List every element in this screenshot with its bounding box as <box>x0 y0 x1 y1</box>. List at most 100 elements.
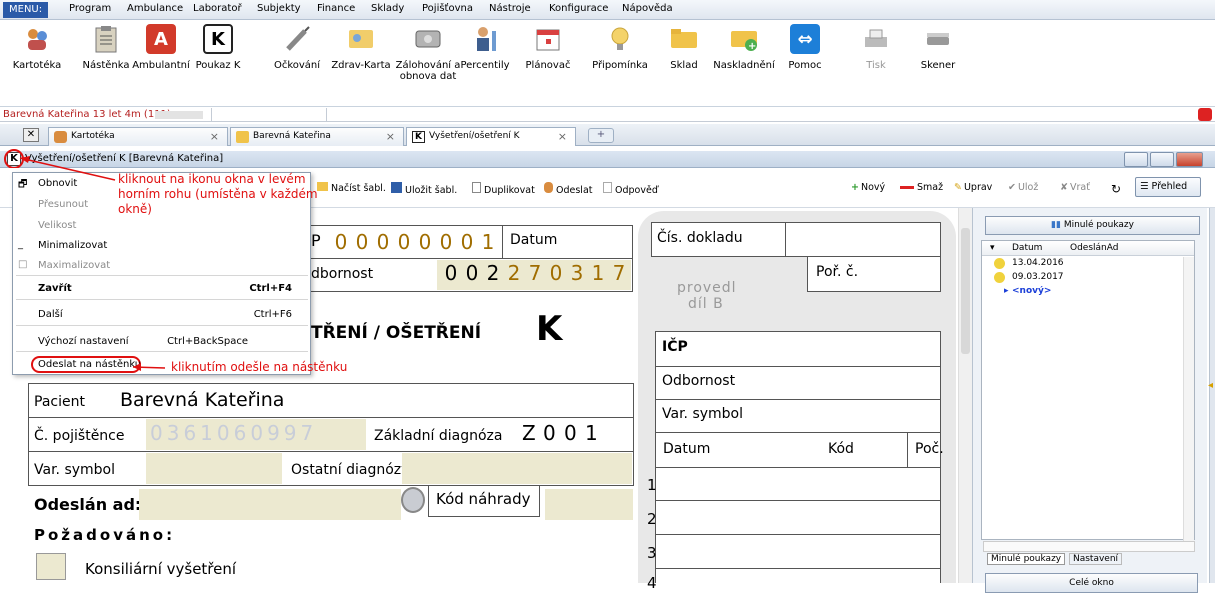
menu-program[interactable]: Program <box>69 3 111 14</box>
list-item-new[interactable]: ▸ <nový> <box>982 285 1182 298</box>
toolbar-naskladneni[interactable]: + Naskladnění <box>709 24 779 71</box>
toolbar-tisk[interactable]: Tisk <box>841 24 911 71</box>
table-header-datum: Datum <box>663 441 711 457</box>
tab-nastaveni[interactable]: Nastavení <box>1069 553 1123 565</box>
search-icon[interactable] <box>401 487 425 513</box>
toolbar-kartoteka[interactable]: Kartotéka <box>2 24 72 71</box>
tab-minule-poukazy[interactable]: Minulé poukazy <box>987 553 1066 565</box>
send-button[interactable]: Odeslat <box>544 182 593 196</box>
cele-okno-button[interactable]: Celé okno <box>985 573 1198 593</box>
chart-person-icon <box>470 24 500 54</box>
toolbar-pomoc[interactable]: ⇔ Pomoc <box>770 24 840 71</box>
people-icon <box>22 24 52 54</box>
calendar-icon <box>533 24 563 54</box>
annotation-arrowhead-1 <box>20 156 30 163</box>
list-header: ▾ Datum OdeslánAd <box>982 241 1194 256</box>
minus-icon <box>900 186 914 189</box>
toolbar-ockovani[interactable]: Očkování <box>262 24 332 71</box>
kod-nahrady-label: Kód náhrady <box>436 490 531 508</box>
duplicate-button[interactable]: Duplikovat <box>472 182 535 196</box>
col-odeslanad[interactable]: OdeslánAd <box>1070 243 1118 253</box>
pacient-row <box>28 383 634 418</box>
folder-add-icon: + <box>729 24 759 54</box>
annotation-text-2: kliknutím odešle na nástěnku <box>171 360 348 374</box>
provedl-line2: díl B <box>688 296 724 312</box>
teamviewer-icon: ⇔ <box>790 24 820 54</box>
toolbar-skener[interactable]: Skener <box>903 24 973 71</box>
toolbar-poukaz-k[interactable]: K Poukaz K <box>183 24 253 71</box>
cis-dokladu-label: Čís. dokladu <box>657 230 743 246</box>
menu-finance[interactable]: Finance <box>317 3 355 14</box>
toolbar-percentily[interactable]: Percentily <box>450 24 520 71</box>
var-symbol2-label: Var. symbol <box>662 406 743 422</box>
pencil-icon: ✎ <box>954 182 962 193</box>
konsiliarni-label: Konsiliární vyšetření <box>85 560 237 578</box>
undo-button[interactable]: ✘ Vrať <box>1060 182 1090 193</box>
kod-nahrady-value-box[interactable] <box>545 489 633 520</box>
person-icon <box>544 182 553 193</box>
close-icon[interactable]: × <box>558 128 567 145</box>
menu-napoveda[interactable]: Nápověda <box>622 3 673 14</box>
close-all-icon[interactable]: ✕ <box>23 128 39 142</box>
save-template-button[interactable]: Uložit šabl. <box>391 182 457 196</box>
menu-nastroje[interactable]: Nástroje <box>489 3 531 14</box>
form-heading-letter: K <box>536 309 563 349</box>
overview-button[interactable]: ☰ Přehled <box>1135 177 1201 197</box>
lightbulb-icon <box>605 24 635 54</box>
menu-pojistovna[interactable]: Pojišťovna <box>422 3 473 14</box>
list-item[interactable]: 13.04.2016 <box>982 257 1182 270</box>
menu-laborator[interactable]: Laboratoř <box>193 3 242 14</box>
close-button[interactable] <box>1176 152 1203 167</box>
close-icon[interactable]: × <box>386 128 395 145</box>
menu-ambulance[interactable]: Ambulance <box>127 3 183 14</box>
restore-button[interactable] <box>1150 152 1174 167</box>
tab-vysetreni-k[interactable]: K Vyšetření/ošetření K × <box>406 127 576 146</box>
menu-subjekty[interactable]: Subjekty <box>257 3 301 14</box>
toolbar-planovac[interactable]: Plánovač <box>513 24 583 71</box>
odbornost-label: dbornost <box>311 266 374 282</box>
minimize-button[interactable] <box>1124 152 1148 167</box>
right-panel: ▮▮ Minulé poukazy ▾ Datum OdeslánAd 13.0… <box>972 208 1207 593</box>
clipboard-icon <box>91 24 121 54</box>
col-datum[interactable]: Datum <box>1012 243 1042 253</box>
close-icon[interactable]: × <box>210 128 219 145</box>
scroll-thumb[interactable] <box>961 228 970 354</box>
pacient-value[interactable]: Barevná Kateřina <box>120 389 284 411</box>
new-tab-icon[interactable]: + <box>588 128 614 143</box>
load-template-button[interactable]: Načíst šabl. <box>317 182 386 194</box>
row-number: 2 <box>647 510 657 528</box>
save-button[interactable]: ✔ Ulož <box>1008 182 1038 193</box>
collapse-handle[interactable] <box>1209 208 1215 583</box>
bar-chart-icon: ▮▮ <box>1051 220 1064 230</box>
odeslan-box[interactable] <box>139 489 401 520</box>
icp2-box <box>655 331 941 367</box>
phone-icon[interactable] <box>1198 108 1212 121</box>
horizontal-scrollbar[interactable] <box>983 541 1195 552</box>
minule-poukazy-button[interactable]: ▮▮ Minulé poukazy <box>985 216 1200 235</box>
refresh-icon[interactable]: ↻ <box>1111 182 1121 196</box>
scanner-icon <box>923 24 953 54</box>
reply-button[interactable]: Odpověď <box>603 182 658 196</box>
var-symbol-label: Var. symbol <box>34 462 115 478</box>
list-item[interactable]: 09.03.2017 <box>982 271 1182 284</box>
delete-button[interactable]: Smaž <box>900 182 943 193</box>
tab-kartoteka[interactable]: Kartotéka × <box>48 127 228 146</box>
menu-konfigurace[interactable]: Konfigurace <box>549 3 608 14</box>
menu-sklady[interactable]: Sklady <box>371 3 404 14</box>
ostatni-box[interactable] <box>402 453 632 484</box>
document-icon <box>472 182 481 193</box>
floppy-icon <box>391 182 402 193</box>
konsiliarni-checkbox[interactable] <box>36 553 66 580</box>
pojistence-label: Č. pojištěnce <box>34 428 125 444</box>
tab-barevna-katerina[interactable]: Barevná Kateřina × <box>230 127 404 146</box>
collapse-arrow-icon[interactable]: ◂ <box>1208 380 1213 391</box>
toolbar-pripominka[interactable]: Připomínka <box>585 24 655 71</box>
sort-icon: ▾ <box>990 243 995 253</box>
annotation-text-1: kliknout na ikonu okna v levém horním ro… <box>118 172 318 216</box>
toolbar-zdrav-karta[interactable]: Zdrav-Karta <box>326 24 396 71</box>
var-symbol-box[interactable] <box>146 453 282 484</box>
list-scrollbar[interactable] <box>1183 257 1194 541</box>
edit-button[interactable]: ✎ Uprav <box>954 182 992 193</box>
new-button[interactable]: + Nový <box>851 182 885 193</box>
form-scrollbar[interactable] <box>958 208 972 583</box>
